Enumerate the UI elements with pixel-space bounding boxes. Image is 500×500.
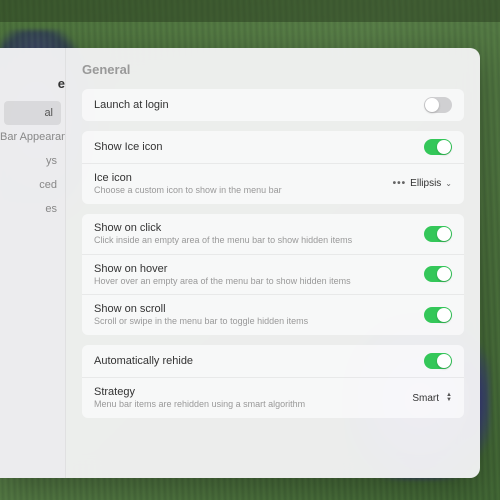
menu-bar	[0, 0, 500, 22]
description: Menu bar items are rehidden using a smar…	[94, 399, 402, 410]
content-pane: General Launch at login Show Ice icon Ic…	[66, 48, 480, 478]
app-title: e	[0, 76, 65, 101]
sidebar-item-updates[interactable]: es	[0, 197, 65, 221]
updown-icon: ▲▼	[446, 393, 452, 403]
toggle-show-on-hover[interactable]	[424, 266, 452, 282]
toggle-show-on-click[interactable]	[424, 226, 452, 242]
description: Hover over an empty area of the menu bar…	[94, 276, 414, 287]
row-show-on-hover: Show on hover Hover over an empty area o…	[82, 255, 464, 296]
toggle-show-ice-icon[interactable]	[424, 139, 452, 155]
description: Scroll or swipe in the menu bar to toggl…	[94, 316, 414, 327]
row-show-on-scroll: Show on scroll Scroll or swipe in the me…	[82, 295, 464, 335]
toggle-auto-rehide[interactable]	[424, 353, 452, 369]
page-title: General	[82, 62, 464, 77]
group-show: Show on click Click inside an empty area…	[82, 214, 464, 335]
group-icon: Show Ice icon Ice icon Choose a custom i…	[82, 131, 464, 204]
label: Automatically rehide	[94, 355, 414, 367]
sidebar-item-hotkeys[interactable]: ys	[0, 149, 65, 173]
label: Strategy	[94, 386, 402, 398]
toggle-show-on-scroll[interactable]	[424, 307, 452, 323]
label: Show on click	[94, 222, 414, 234]
label: Ice icon	[94, 172, 383, 184]
dropdown-ice-icon[interactable]: ••• Ellipsis ⌄	[393, 178, 452, 189]
ellipsis-icon: •••	[393, 178, 407, 189]
sidebar-item-menu-bar-appearance[interactable]: Bar Appearance	[0, 125, 65, 149]
select-value: Smart	[412, 393, 439, 404]
group-launch: Launch at login	[82, 89, 464, 121]
toggle-launch-at-login[interactable]	[424, 97, 452, 113]
row-strategy: Strategy Menu bar items are rehidden usi…	[82, 378, 464, 418]
label: Show on hover	[94, 263, 414, 275]
description: Click inside an empty area of the menu b…	[94, 235, 414, 246]
description: Choose a custom icon to show in the menu…	[94, 185, 383, 196]
label: Show Ice icon	[94, 141, 414, 153]
row-show-ice-icon: Show Ice icon	[82, 131, 464, 164]
chevron-down-icon: ⌄	[445, 179, 452, 188]
dropdown-value: Ellipsis	[410, 178, 441, 189]
select-strategy[interactable]: Smart ▲▼	[412, 393, 452, 404]
sidebar-item-advanced[interactable]: ced	[0, 173, 65, 197]
row-show-on-click: Show on click Click inside an empty area…	[82, 214, 464, 255]
preferences-window: e al Bar Appearance ys ced es General La…	[0, 48, 480, 478]
row-ice-icon: Ice icon Choose a custom icon to show in…	[82, 164, 464, 204]
group-rehide: Automatically rehide Strategy Menu bar i…	[82, 345, 464, 418]
label: Show on scroll	[94, 303, 414, 315]
label: Launch at login	[94, 99, 414, 111]
row-auto-rehide: Automatically rehide	[82, 345, 464, 378]
row-launch-at-login: Launch at login	[82, 89, 464, 121]
sidebar: e al Bar Appearance ys ced es	[0, 48, 66, 478]
sidebar-item-general[interactable]: al	[4, 101, 61, 125]
